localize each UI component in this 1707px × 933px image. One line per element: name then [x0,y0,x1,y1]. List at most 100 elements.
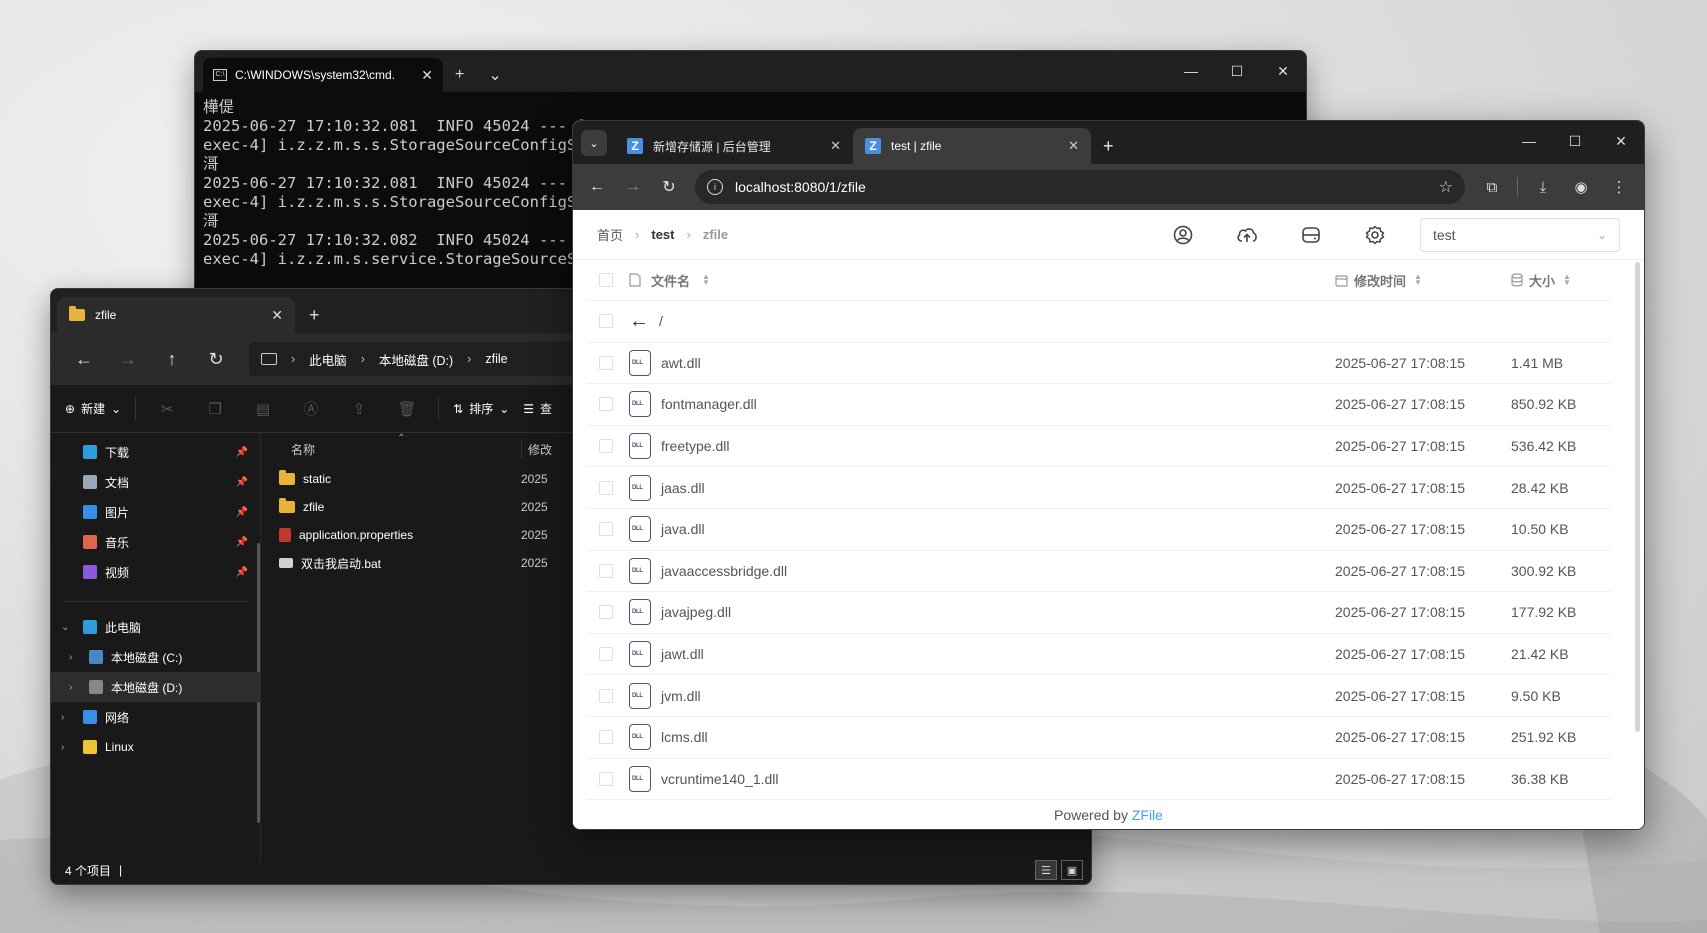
file-name-cell[interactable]: java.dll [629,516,1335,543]
new-tab-icon[interactable]: + [295,297,334,333]
expand-arrow-icon[interactable]: › [69,652,72,663]
browser-tab[interactable]: Ztest | zfile ✕ [853,128,1091,164]
close-window-icon[interactable]: ✕ [1260,51,1306,91]
sidebar-quick-access-item[interactable]: 音乐 📌 [51,527,260,557]
breadcrumb-item[interactable]: zfile [485,352,507,366]
footer-brand-link[interactable]: ZFile [1132,807,1163,823]
storage-drive-icon[interactable] [1294,221,1328,249]
expand-arrow-icon[interactable]: › [61,742,64,753]
expand-arrow-icon[interactable]: ⌄ [61,622,69,633]
column-modified[interactable]: 修改 [521,440,552,458]
table-row[interactable]: jaas.dll 2025-06-27 17:08:15 28.42 KB [587,467,1611,509]
table-row[interactable]: vcruntime140_1.dll 2025-06-27 17:08:15 36.… [587,759,1611,801]
forward-icon[interactable]: → [617,171,649,203]
table-row[interactable]: java.dll 2025-06-27 17:08:15 10.50 KB [587,509,1611,551]
parent-directory-row[interactable]: ← / [587,301,1611,343]
row-checkbox[interactable] [599,314,613,329]
sort-button[interactable]: ⇅ 排序 ⌄ [453,400,509,417]
new-button[interactable]: ⊕ 新建 ⌄ [65,400,121,417]
close-icon[interactable]: ✕ [1068,138,1079,154]
file-name-cell[interactable]: javajpeg.dll [629,599,1335,626]
sidebar-tree-item[interactable]: ⌄ 此电脑 [51,612,260,642]
cut-icon[interactable]: ✂ [150,400,184,418]
sidebar-tree-item[interactable]: › 网络 [51,702,260,732]
view-button[interactable]: ☰ 查 [523,400,552,417]
close-icon[interactable]: ✕ [830,138,841,154]
close-icon[interactable]: ✕ [271,307,283,324]
user-icon[interactable] [1166,221,1200,249]
parent-directory-link[interactable]: ← / [629,310,1611,333]
row-checkbox[interactable] [599,771,613,786]
download-icon[interactable]: ⤓ [1526,171,1560,203]
settings-gear-icon[interactable] [1358,221,1392,249]
breadcrumb-item[interactable]: test [651,227,674,242]
file-name-cell[interactable]: jawt.dll [629,641,1335,668]
file-name-cell[interactable]: awt.dll [629,349,1335,376]
rename-icon[interactable]: Ⓐ [294,398,328,419]
row-checkbox[interactable] [599,355,613,370]
details-view-icon[interactable]: ☰ [1035,860,1057,880]
sidebar-quick-access-item[interactable]: 图片 📌 [51,497,260,527]
tiles-view-icon[interactable]: ▣ [1061,860,1083,880]
storage-source-select[interactable]: test ⌄ [1420,217,1620,252]
table-row[interactable]: javajpeg.dll 2025-06-27 17:08:15 177.92 KB [587,592,1611,634]
sidebar-tree-item[interactable]: › Linux [51,732,260,762]
table-row[interactable]: fontmanager.dll 2025-06-27 17:08:15 850.92… [587,384,1611,426]
file-name-cell[interactable]: jvm.dll [629,682,1335,709]
row-checkbox[interactable] [599,522,613,537]
file-name-cell[interactable]: fontmanager.dll [629,391,1335,418]
browser-tab[interactable]: Z 新增存储源 | 后台管理 ✕ [615,128,853,164]
chevron-down-icon[interactable]: ⌄ [476,58,513,92]
address-bar[interactable]: i localhost:8080/1/zfile ☆ [695,170,1465,204]
file-name-cell[interactable]: freetype.dll [629,433,1335,460]
delete-icon[interactable]: 🗑 [390,400,424,418]
row-checkbox[interactable] [599,480,613,495]
close-icon[interactable]: ✕ [421,67,433,84]
table-row[interactable]: jvm.dll 2025-06-27 17:08:15 9.50 KB [587,675,1611,717]
sidebar-quick-access-item[interactable]: 下载 📌 [51,437,260,467]
table-row[interactable]: awt.dll 2025-06-27 17:08:15 1.41 MB [587,343,1611,385]
page-scrollbar[interactable] [1635,262,1640,732]
table-row[interactable]: freetype.dll 2025-06-27 17:08:15 536.42 KB [587,426,1611,468]
table-row[interactable]: jawt.dll 2025-06-27 17:08:15 21.42 KB [587,634,1611,676]
bookmark-star-icon[interactable]: ☆ [1439,177,1453,197]
forward-icon[interactable]: → [109,343,147,375]
column-filename[interactable]: 文件名 ▲ ▼ [629,271,1335,290]
file-name-cell[interactable]: vcruntime140_1.dll [629,765,1335,792]
breadcrumb-item[interactable]: 首页 [597,225,623,244]
explorer-tab[interactable]: zfile ✕ [57,297,295,333]
minimize-icon[interactable]: — [1506,121,1552,161]
copy-icon[interactable]: ❐ [198,400,232,418]
sidebar-tree-item[interactable]: › 本地磁盘 (D:) [51,672,260,702]
column-name[interactable]: 名称 [261,441,521,458]
new-tab-icon[interactable]: + [1091,128,1126,164]
breadcrumb-item[interactable]: 本地磁盘 (D:) [379,350,453,369]
minimize-icon[interactable]: — [1168,51,1214,91]
expand-arrow-icon[interactable]: › [61,712,64,723]
row-checkbox[interactable] [599,730,613,745]
upload-cloud-icon[interactable] [1230,221,1264,249]
tab-search-icon[interactable]: ⌄ [581,130,607,156]
file-name-cell[interactable]: jaas.dll [629,474,1335,501]
sidebar-quick-access-item[interactable]: 文档 📌 [51,467,260,497]
table-row[interactable]: javaaccessbridge.dll 2025-06-27 17:08:15 3… [587,551,1611,593]
file-name-cell[interactable]: javaaccessbridge.dll [629,557,1335,584]
row-checkbox[interactable] [599,688,613,703]
select-all-checkbox[interactable] [599,273,613,287]
sidebar-quick-access-item[interactable]: 视频 📌 [51,557,260,587]
back-icon[interactable]: ← [581,171,613,203]
expand-arrow-icon[interactable]: › [69,682,72,693]
profile-icon[interactable]: ◉ [1564,171,1598,203]
row-checkbox[interactable] [599,563,613,578]
row-checkbox[interactable] [599,605,613,620]
cmd-tab[interactable]: C:\ C:\WINDOWS\system32\cmd. ✕ [203,58,443,92]
maximize-icon[interactable]: ☐ [1214,51,1260,91]
maximize-icon[interactable]: ☐ [1552,121,1598,161]
new-tab-icon[interactable]: + [443,58,476,92]
paste-icon[interactable]: ▤ [246,400,280,418]
row-checkbox[interactable] [599,647,613,662]
table-row[interactable]: lcms.dll 2025-06-27 17:08:15 251.92 KB [587,717,1611,759]
up-icon[interactable]: ↑ [153,343,191,375]
refresh-icon[interactable]: ↻ [197,343,235,375]
column-size[interactable]: 大小 ▲ ▼ [1511,271,1611,290]
